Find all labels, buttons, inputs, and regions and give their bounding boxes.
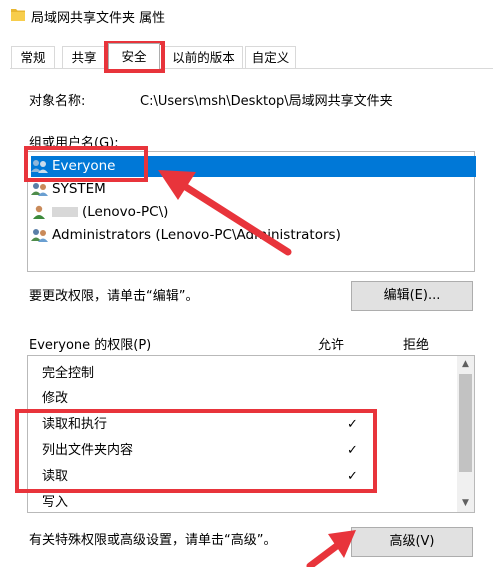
annotation-arrow-icon [306, 530, 356, 567]
scroll-thumb[interactable] [459, 374, 472, 472]
tab-strip: 常规 共享 安全 以前的版本 自定义 [0, 43, 500, 69]
tab-security[interactable]: 安全 [108, 43, 160, 69]
allow-column-header: 允许 [318, 338, 345, 353]
permissions-scrollbar[interactable]: ▲ ▼ [457, 356, 474, 512]
permission-row: 修改 [42, 389, 422, 409]
deny-column-header: 拒绝 [403, 338, 430, 353]
permissions-title: Everyone 的权限(P) [29, 338, 152, 353]
object-name-value: C:\Users\msh\Desktop\局域网共享文件夹 [140, 94, 393, 109]
group-users-icon [31, 229, 48, 242]
permission-row: 完全控制 [42, 364, 422, 384]
edit-button[interactable]: 编辑(E)... [351, 281, 473, 311]
user-name: SYSTEM [52, 181, 106, 197]
folder-icon [11, 9, 25, 21]
permission-name: 修改 [42, 391, 69, 406]
advanced-button[interactable]: 高级(V) [351, 527, 473, 557]
annotation-box-everyone [24, 146, 148, 182]
scroll-up-arrow-icon[interactable]: ▲ [457, 356, 474, 373]
object-name-label: 对象名称: [29, 94, 86, 109]
permission-name: 完全控制 [42, 366, 95, 381]
permission-row: 写入 [42, 493, 422, 513]
group-users-icon [31, 183, 48, 196]
tab-customize[interactable]: 自定义 [245, 46, 296, 68]
tab-sharing[interactable]: 共享 [62, 46, 106, 68]
annotation-arrow-icon [158, 170, 292, 256]
permission-name: 写入 [42, 495, 69, 510]
title-bar: 局域网共享文件夹 属性 [0, 0, 500, 32]
window-title: 局域网共享文件夹 属性 [31, 11, 166, 26]
redacted-username [52, 207, 78, 217]
tab-previous-versions[interactable]: 以前的版本 [164, 46, 243, 68]
scroll-down-arrow-icon[interactable]: ▼ [457, 495, 474, 512]
tab-general[interactable]: 常规 [11, 46, 55, 68]
tab-panel-border [10, 68, 493, 69]
edit-hint: 要更改权限，请单击“编辑”。 [29, 289, 199, 304]
annotation-box-permissions [15, 409, 377, 493]
advanced-hint: 有关特殊权限或高级设置，请单击“高级”。 [29, 533, 277, 548]
single-user-icon [33, 205, 45, 219]
